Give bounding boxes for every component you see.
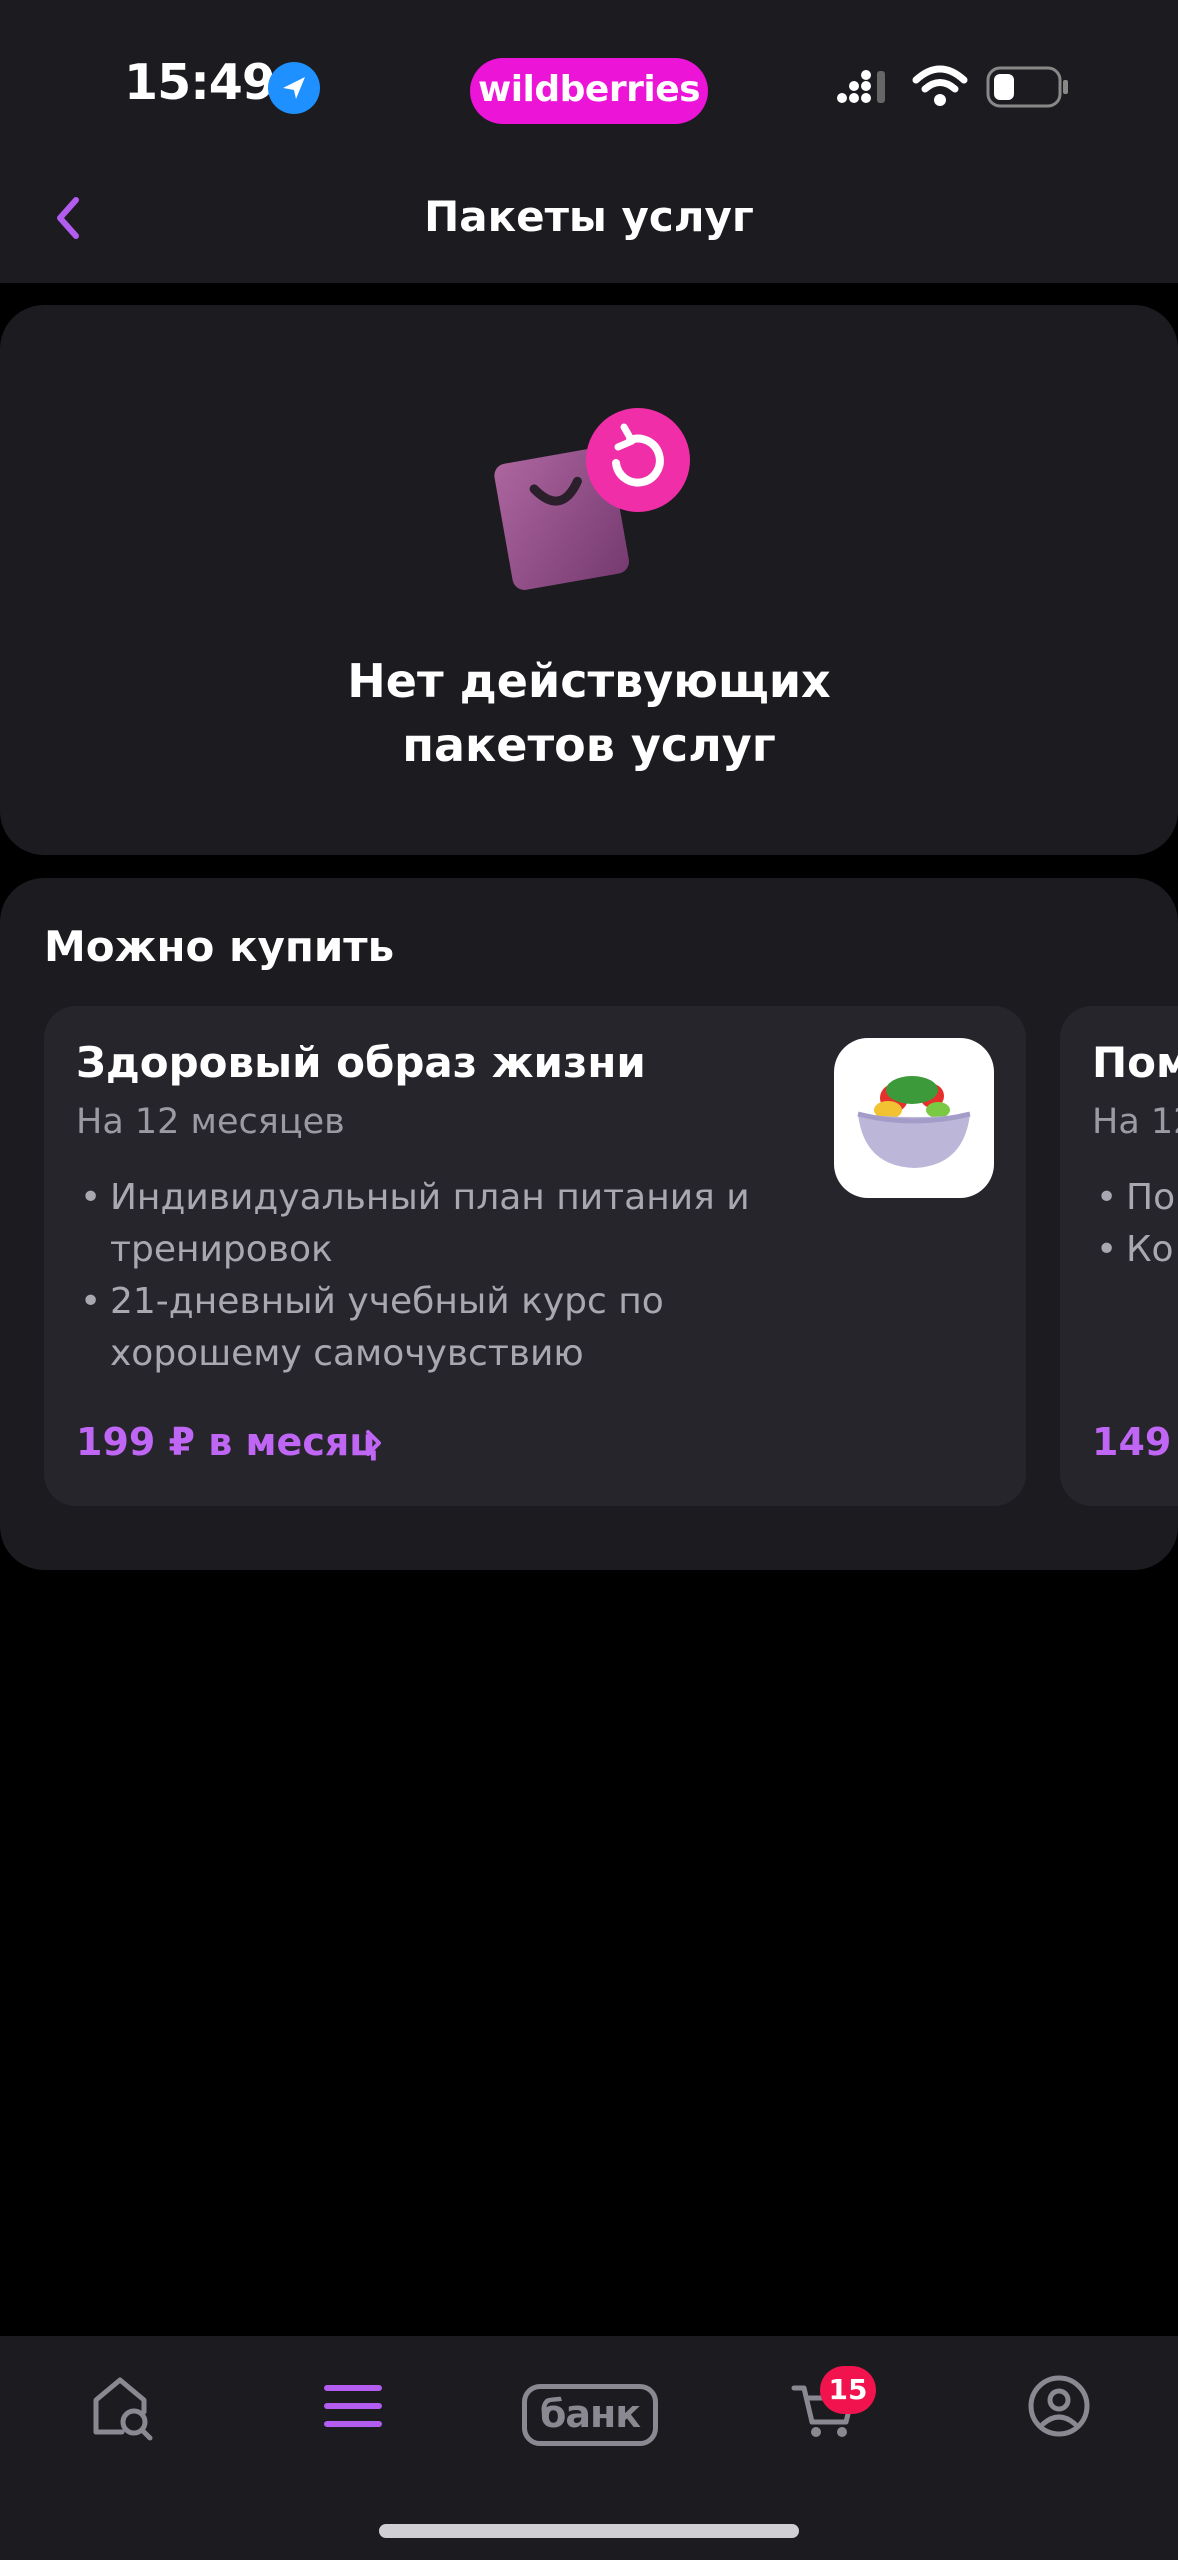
- chevron-right-icon: [366, 1430, 381, 1456]
- bank-label: банк: [522, 2384, 658, 2446]
- tab-menu[interactable]: [293, 2366, 413, 2466]
- signal-icon: [837, 70, 885, 103]
- profile-icon: [1028, 2375, 1090, 2437]
- empty-state-card: Нет действующих пакетов услуг: [0, 305, 1178, 855]
- empty-state-line-1: Нет действующих: [347, 654, 831, 708]
- location-arrow-icon: [268, 62, 320, 114]
- home-indicator[interactable]: [379, 2524, 799, 2538]
- menu-icon: [324, 2385, 382, 2427]
- package-name: Пом: [1092, 1038, 1178, 1087]
- brand-logo: wildberries: [470, 58, 708, 124]
- home-search-icon: [93, 2377, 153, 2441]
- empty-state-line-2: пакетов услуг: [402, 718, 776, 772]
- package-card-healthy-lifestyle[interactable]: Здоровый образ жизни На 12 месяцев Индив…: [44, 1006, 1026, 1506]
- empty-state-message: Нет действующих пакетов услуг: [0, 649, 1178, 777]
- shopping-bag-refresh-icon: [494, 408, 690, 590]
- package-features: Индивидуальный план питания и тренировок…: [76, 1172, 796, 1380]
- page-title: Пакеты услуг: [424, 192, 754, 241]
- tab-profile[interactable]: [999, 2366, 1119, 2466]
- can-buy-section: Можно купить Здоровый образ жизни На 12 …: [0, 878, 1178, 1570]
- tab-home[interactable]: [62, 2366, 182, 2466]
- tab-bank[interactable]: банк: [517, 2366, 663, 2466]
- package-features: По эва Ко и д: [1092, 1172, 1178, 1276]
- package-feature: Ко и д: [1092, 1224, 1178, 1276]
- status-time: 15:49: [124, 54, 276, 111]
- package-period: На 12 месяцев: [76, 1102, 345, 1142]
- package-feature: По эва: [1092, 1172, 1178, 1224]
- package-price-link[interactable]: 149 ₽: [1092, 1420, 1178, 1464]
- package-price-link[interactable]: 199 ₽ в месяц: [76, 1420, 377, 1464]
- package-name: Здоровый образ жизни: [76, 1038, 646, 1087]
- wifi-icon: [912, 65, 968, 106]
- cart-badge: 15: [820, 2366, 876, 2414]
- package-feature: Индивидуальный план питания и тренировок: [76, 1172, 796, 1276]
- top-bar: 15:49 wildberries Пакеты услуг: [0, 0, 1178, 283]
- package-feature: 21-дневный учебный курс по хорошему само…: [76, 1276, 796, 1380]
- tab-cart[interactable]: 15: [764, 2366, 884, 2466]
- battery-icon: [986, 66, 1068, 108]
- salad-bowl-icon: [834, 1038, 994, 1198]
- package-period: На 12: [1092, 1102, 1178, 1142]
- section-title: Можно купить: [44, 922, 395, 971]
- package-card-second[interactable]: Пом На 12 По эва Ко и д 149 ₽: [1060, 1006, 1178, 1506]
